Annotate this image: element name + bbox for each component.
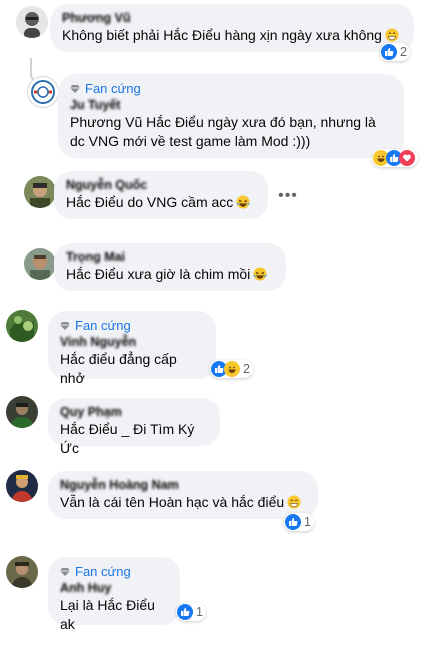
grinning-emoji-icon (287, 495, 301, 509)
reaction-count: 1 (304, 515, 311, 529)
comment-bubble: Nguyễn Hoàng Nam Vẫn là cái tên Hoàn hạc… (48, 471, 318, 519)
top-fan-badge: Fan cứng (70, 80, 392, 97)
comment-bubble: Phương Vũ Không biết phải Hắc Điểu hàng … (50, 4, 414, 52)
reaction-summary[interactable]: 2 (210, 360, 253, 378)
comment-bubble: Quy Phạm Hắc Điểu _ Đi Tìm Ký Ức (48, 398, 220, 456)
comment-bubble: Nguyễn Quốc Hắc Điểu do VNG cầm acc (54, 171, 268, 219)
badge-label: Fan cứng (75, 318, 131, 333)
more-options-button[interactable]: ••• (274, 182, 302, 210)
haha-icon (224, 361, 240, 377)
comment-text: Hắc Điểu do VNG cầm acc (66, 194, 234, 210)
like-icon (285, 514, 301, 530)
comment-text: Vẫn là cái tên Hoàn hạc và hắc điểu (60, 494, 285, 510)
comment-text: Phương Vũ Hắc Điểu ngày xưa đó bạn, nhưn… (70, 114, 376, 149)
diamond-icon (70, 84, 80, 93)
like-icon (177, 604, 193, 620)
avatar[interactable] (6, 310, 38, 342)
laughing-emoji-icon (236, 195, 250, 209)
badge-label: Fan cứng (75, 564, 131, 579)
reaction-summary[interactable] (372, 149, 418, 167)
avatar[interactable] (6, 470, 38, 502)
love-icon (399, 150, 415, 166)
comment-text-row: Không biết phải Hắc Điểu hàng xịn ngày x… (62, 26, 402, 45)
comment-bubble: Fan cứng Ju Tuyết Phương Vũ Hắc Điểu ngà… (58, 74, 404, 158)
commenter-name[interactable]: Quy Phạm (60, 404, 208, 420)
commenter-name[interactable]: Ju Tuyết (70, 97, 392, 113)
comment-text-row: Hắc Điểu do VNG cầm acc (66, 193, 256, 212)
reaction-summary[interactable]: 1 (284, 513, 314, 531)
grinning-emoji-icon (385, 28, 399, 42)
commenter-name[interactable]: Nguyễn Quốc (66, 177, 256, 193)
comment-text-row: Vẫn là cái tên Hoàn hạc và hắc điểu (60, 493, 306, 512)
commenter-name[interactable]: Nguyễn Hoàng Nam (60, 477, 306, 493)
comment-bubble: Fan cứng Anh Huy Lại là Hắc Điểu ak (48, 557, 180, 632)
avatar[interactable] (27, 76, 59, 108)
more-options-icon: ••• (278, 187, 298, 204)
badge-label: Fan cứng (85, 81, 141, 96)
reaction-count: 2 (243, 362, 250, 376)
comment-text: Lại là Hắc Điểu ak (60, 597, 155, 632)
comment-text: Không biết phải Hắc Điểu hàng xịn ngày x… (62, 27, 382, 43)
reaction-summary[interactable]: 2 (380, 43, 410, 61)
comment-bubble: Trọng Mai Hắc Điểu xưa giờ là chim mồi (54, 243, 286, 291)
commenter-name[interactable]: Vinh Nguyễn (60, 334, 204, 350)
commenter-name[interactable]: Anh Huy (60, 580, 168, 596)
avatar[interactable] (24, 176, 56, 208)
commenter-name[interactable]: Phương Vũ (62, 10, 402, 26)
comment-text: Hắc Điểu _ Đi Tìm Ký Ức (60, 421, 195, 456)
comment-bubble: Fan cứng Vinh Nguyễn Hắc điểu đẳng cấp n… (48, 311, 216, 386)
commenter-name[interactable]: Trọng Mai (66, 249, 274, 265)
like-icon (381, 44, 397, 60)
laughing-emoji-icon (253, 267, 267, 281)
avatar[interactable] (24, 248, 56, 280)
reaction-count: 2 (400, 45, 407, 59)
avatar[interactable] (6, 556, 38, 588)
top-fan-badge: Fan cứng (60, 317, 204, 334)
comment-text: Hắc điểu đẳng cấp nhở (60, 351, 177, 386)
comment-text: Hắc Điểu xưa giờ là chim mồi (66, 266, 251, 282)
avatar[interactable] (16, 6, 48, 38)
diamond-icon (60, 321, 70, 330)
comment-text-row: Hắc Điểu xưa giờ là chim mồi (66, 265, 274, 284)
avatar[interactable] (6, 396, 38, 428)
diamond-icon (60, 567, 70, 576)
reaction-count: 1 (196, 605, 203, 619)
reaction-summary[interactable]: 1 (176, 603, 206, 621)
top-fan-badge: Fan cứng (60, 563, 168, 580)
